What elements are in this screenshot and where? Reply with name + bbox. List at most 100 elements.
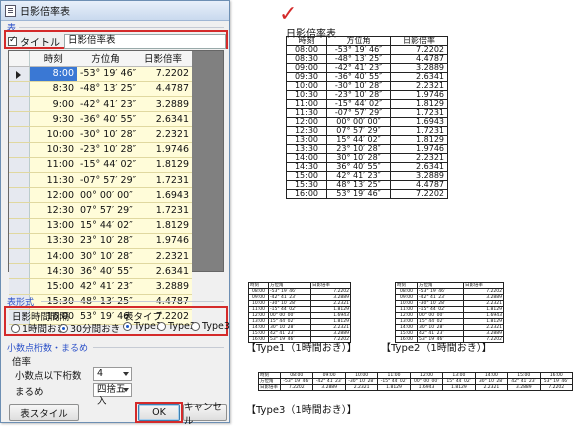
cell-time[interactable]: 9:00 xyxy=(29,96,77,113)
grid-header-azimuth[interactable]: 方位角 xyxy=(77,51,134,67)
table-row[interactable]: 12:00 00° 00′ 00″ 1.6943 xyxy=(9,187,192,204)
type3-cell: -42° 41′ 23″ xyxy=(312,378,346,385)
grid-header-time[interactable]: 時刻 xyxy=(29,51,77,67)
radio-label[interactable]: 30分間おき xyxy=(70,321,120,335)
radio-icon[interactable] xyxy=(191,322,200,331)
title-checkbox[interactable] xyxy=(8,35,17,46)
table-row[interactable]: 10:30 -23° 10′ 28″ 1.9746 xyxy=(9,142,192,158)
row-header[interactable] xyxy=(9,233,30,249)
row-header[interactable] xyxy=(9,202,30,219)
row-header[interactable] xyxy=(9,81,30,98)
cell-azimuth[interactable]: -30° 10′ 28″ xyxy=(77,126,136,143)
cell-azimuth[interactable]: 23° 10′ 28″ xyxy=(77,233,134,249)
table-row[interactable]: 8:30 -48° 13′ 25″ 4.4787 xyxy=(9,81,192,98)
cell-time[interactable]: 8:30 xyxy=(29,81,77,98)
table-row[interactable]: 11:30 -07° 57′ 29″ 1.7231 xyxy=(9,172,192,189)
cell-azimuth[interactable]: -15° 44′ 02″ xyxy=(77,157,136,174)
radio-type3[interactable]: Type3 xyxy=(191,321,230,332)
row-header[interactable] xyxy=(9,142,30,158)
cell-azimuth[interactable]: 36° 40′ 55″ xyxy=(77,263,134,280)
radio-icon[interactable] xyxy=(11,323,20,333)
table-row[interactable]: 8:00 -53° 19′ 46″ 7.2202 xyxy=(9,66,192,82)
cell-time[interactable]: 14:00 xyxy=(29,248,77,265)
cell-ratio[interactable]: 2.6341 xyxy=(134,111,192,128)
digits-select[interactable]: 4 xyxy=(93,367,132,381)
table-row[interactable]: 14:30 36° 40′ 55″ 2.6341 xyxy=(9,263,192,280)
cell-ratio[interactable]: 1.7231 xyxy=(134,172,192,189)
cell-ratio[interactable]: 2.2321 xyxy=(134,248,192,265)
chevron-down-icon[interactable] xyxy=(123,388,129,392)
cell-ratio[interactable]: 3.2889 xyxy=(134,278,192,295)
row-header[interactable] xyxy=(9,96,30,113)
radio-icon[interactable] xyxy=(157,322,166,331)
table-row[interactable]: 9:00 -42° 41′ 23″ 3.2889 xyxy=(9,96,192,113)
radio-30-min[interactable]: 30分間おき xyxy=(59,321,120,335)
cell-azimuth[interactable]: 00° 00′ 00″ xyxy=(77,187,134,204)
cell-ratio[interactable]: 3.2889 xyxy=(134,96,192,113)
cell-time[interactable]: 10:00 xyxy=(29,126,77,143)
cell-azimuth[interactable]: 42° 41′ 23″ xyxy=(77,278,134,295)
radio-label[interactable]: Type3 xyxy=(202,321,230,332)
cell-ratio[interactable]: 1.8129 xyxy=(134,157,192,174)
row-header[interactable] xyxy=(9,278,30,295)
row-header[interactable] xyxy=(9,187,30,204)
cell-ratio[interactable]: 1.7231 xyxy=(134,202,192,219)
row-header[interactable] xyxy=(9,111,30,128)
cell-time[interactable]: 11:00 xyxy=(29,157,77,174)
row-header[interactable] xyxy=(9,157,30,174)
cell-ratio[interactable]: 1.6943 xyxy=(134,187,192,204)
row-header[interactable] xyxy=(9,263,30,280)
table-row[interactable]: 14:00 30° 10′ 28″ 2.2321 xyxy=(9,248,192,265)
cell-azimuth[interactable]: 07° 57′ 29″ xyxy=(77,202,134,219)
table-row[interactable]: 11:00 -15° 44′ 02″ 1.8129 xyxy=(9,157,192,174)
cell-time[interactable]: 11:30 xyxy=(29,172,77,189)
cell-azimuth[interactable]: -42° 41′ 23″ xyxy=(77,96,136,113)
cell-time[interactable]: 10:30 xyxy=(29,142,77,158)
table-row[interactable]: 9:30 -36° 40′ 55″ 2.6341 xyxy=(9,111,192,128)
cell-time[interactable]: 13:00 xyxy=(29,218,77,234)
cancel-button[interactable]: キャンセル xyxy=(183,402,227,427)
grid-header-ratio[interactable]: 日影倍率 xyxy=(134,51,192,67)
table-row[interactable]: 10:00 -30° 10′ 28″ 2.2321 xyxy=(9,126,192,143)
cell-ratio[interactable]: 2.6341 xyxy=(134,263,192,280)
cell-time[interactable]: 12:00 xyxy=(29,187,77,204)
chevron-down-icon[interactable] xyxy=(123,372,129,376)
cell-time[interactable]: 12:30 xyxy=(29,202,77,219)
radio-icon[interactable] xyxy=(123,322,132,331)
table-style-button[interactable]: 表スタイル xyxy=(9,404,79,421)
cell-azimuth[interactable]: 30° 10′ 28″ xyxy=(77,248,134,265)
cell-time[interactable]: 14:30 xyxy=(29,263,77,280)
row-header[interactable] xyxy=(9,218,30,234)
table-row[interactable]: 13:30 23° 10′ 28″ 1.9746 xyxy=(9,233,192,249)
digits-value: 4 xyxy=(97,368,104,379)
rounding-select[interactable]: 四捨五入 xyxy=(93,383,132,407)
row-header[interactable] xyxy=(9,172,30,189)
cell-ratio[interactable]: 2.2321 xyxy=(134,126,192,143)
cell-ratio[interactable]: 1.9746 xyxy=(134,233,192,249)
ok-button[interactable]: OK xyxy=(138,404,180,421)
cell-ratio[interactable]: 1.9746 xyxy=(134,142,192,158)
title-checkbox-label[interactable]: タイトル xyxy=(20,34,60,49)
title-input[interactable]: 日影倍率表 xyxy=(64,33,226,49)
cell-azimuth[interactable]: -53° 19′ 46″ xyxy=(77,66,136,82)
cell-time[interactable]: 9:30 xyxy=(29,111,77,128)
table-row[interactable]: 12:30 07° 57′ 29″ 1.7231 xyxy=(9,202,192,219)
cell-ratio[interactable]: 4.4787 xyxy=(134,81,192,98)
table-row[interactable]: 13:00 15° 44′ 02″ 1.8129 xyxy=(9,218,192,234)
row-header[interactable] xyxy=(9,126,30,143)
row-header[interactable] xyxy=(9,248,30,265)
table-row[interactable]: 15:00 42° 41′ 23″ 3.2889 xyxy=(9,278,192,295)
radio-1-hour[interactable]: 1時間おき xyxy=(11,321,66,335)
cell-ratio[interactable]: 1.8129 xyxy=(134,218,192,234)
radio-icon[interactable] xyxy=(59,323,68,333)
cell-azimuth[interactable]: -07° 57′ 29″ xyxy=(77,172,136,189)
cell-time[interactable]: 13:30 xyxy=(29,233,77,249)
cell-time[interactable]: 8:00 xyxy=(29,66,77,82)
cell-azimuth[interactable]: 15° 44′ 02″ xyxy=(77,218,134,234)
title-bar[interactable]: 日影倍率表 xyxy=(1,1,229,21)
cell-ratio[interactable]: 7.2202 xyxy=(134,66,192,82)
cell-time[interactable]: 15:00 xyxy=(29,278,77,295)
cell-azimuth[interactable]: -23° 10′ 28″ xyxy=(77,142,136,158)
cell-azimuth[interactable]: -48° 13′ 25″ xyxy=(77,81,136,98)
cell-azimuth[interactable]: -36° 40′ 55″ xyxy=(77,111,136,128)
